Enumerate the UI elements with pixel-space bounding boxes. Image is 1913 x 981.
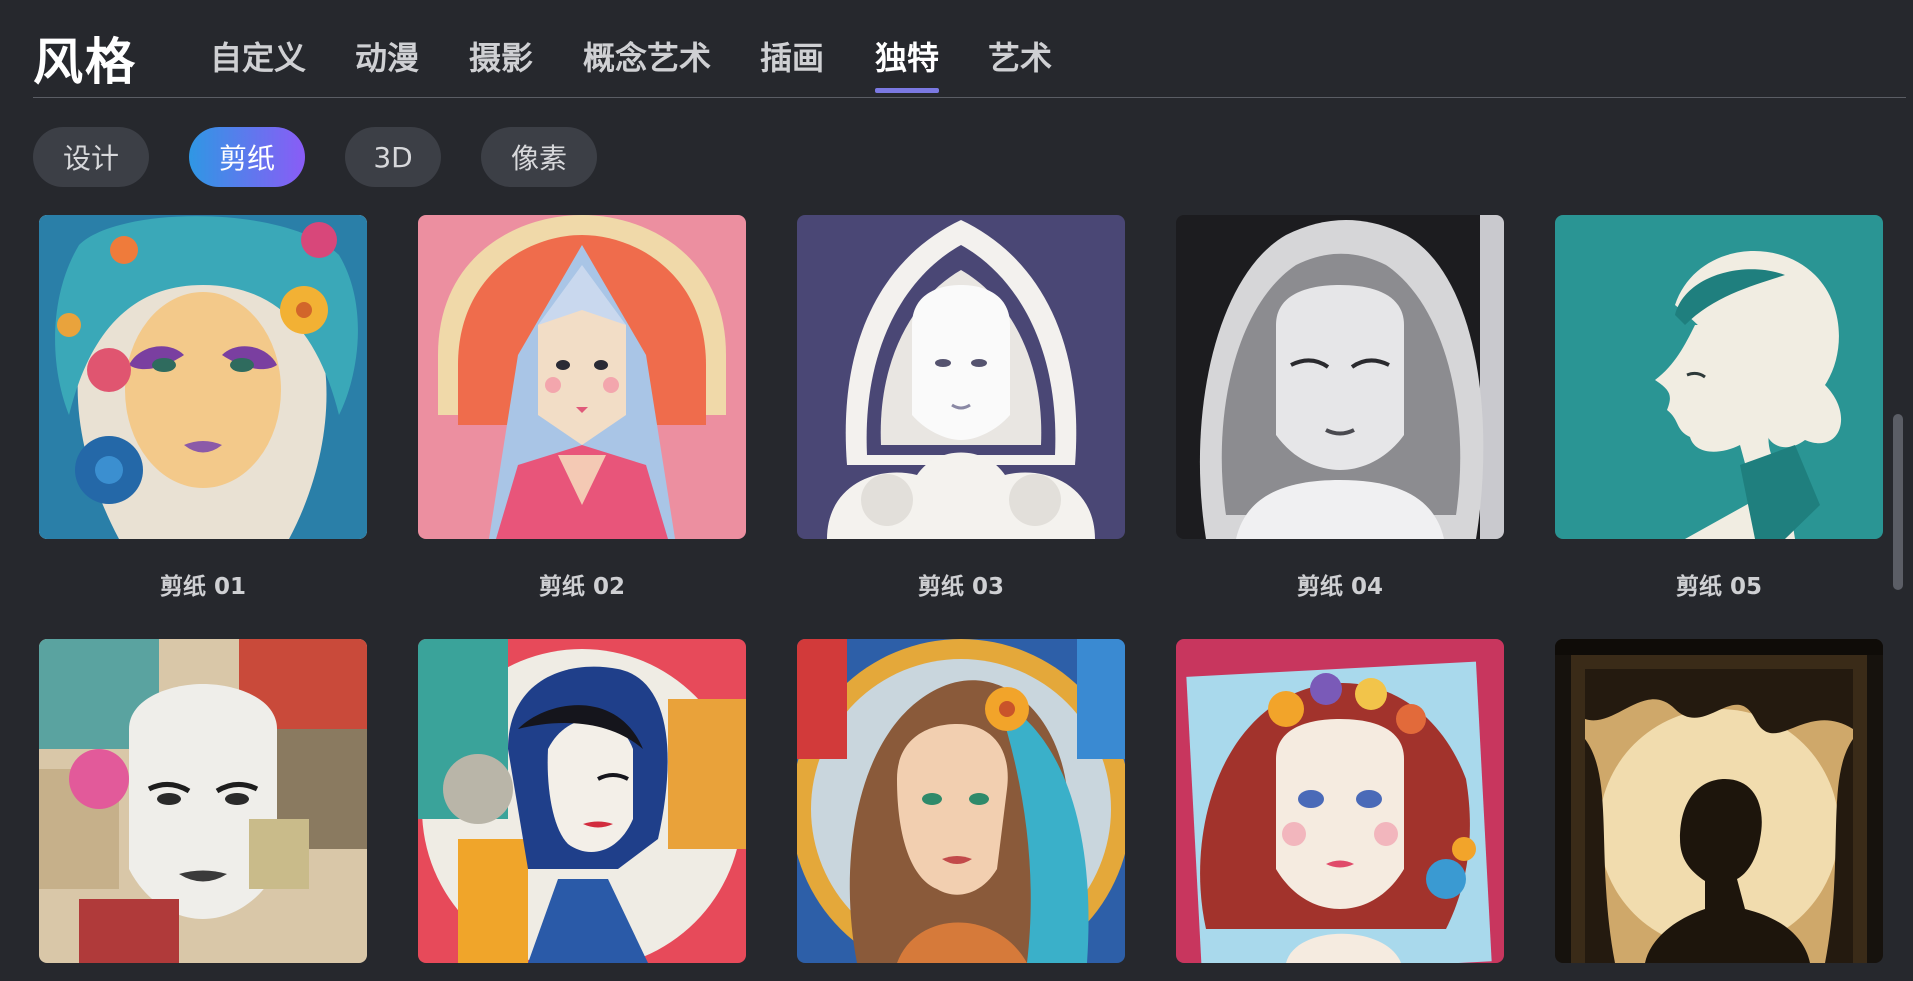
style-label: 剪纸 05: [1675, 574, 1762, 600]
style-card-papercut-06[interactable]: [39, 639, 367, 963]
teal-paper-profile-image: [1555, 215, 1883, 539]
style-card-papercut-05[interactable]: [1555, 215, 1883, 539]
chip-pixel[interactable]: 像素: [481, 127, 597, 187]
style-card-papercut-04[interactable]: [1176, 215, 1504, 539]
white-filigree-papercut-image: [797, 215, 1125, 539]
style-label: 剪纸 03: [917, 574, 1004, 600]
active-tab-indicator: [875, 88, 939, 93]
style-label: 剪纸 04: [1296, 574, 1383, 600]
origami-girl-image: [418, 215, 746, 539]
tab-illustration[interactable]: 插画: [760, 33, 824, 79]
layered-white-paper-image: [1176, 215, 1504, 539]
style-label: 剪纸 01: [159, 574, 246, 600]
tab-anime[interactable]: 动漫: [355, 33, 419, 79]
style-card-papercut-07[interactable]: [418, 639, 746, 963]
style-header: 风格 自定义 动漫 摄影 概念艺术 插画 独特 艺术: [33, 0, 1906, 98]
chip-papercut[interactable]: 剪纸: [189, 127, 305, 187]
scrollbar-thumb[interactable]: [1893, 414, 1903, 590]
chip-3d[interactable]: 3D: [345, 127, 441, 187]
tab-photography[interactable]: 摄影: [469, 33, 533, 79]
abstract-geometric-woman-image: [418, 639, 746, 963]
chip-design[interactable]: 设计: [33, 127, 149, 187]
collage-woman-image: [39, 639, 367, 963]
shadowbox-tree-silhouette-image: [1555, 639, 1883, 963]
tab-concept-art[interactable]: 概念艺术: [583, 33, 711, 79]
style-label: 剪纸 02: [538, 574, 625, 600]
tab-custom[interactable]: 自定义: [210, 33, 306, 79]
style-card-papercut-09[interactable]: [1176, 639, 1504, 963]
style-card-papercut-02[interactable]: [418, 215, 746, 539]
style-card-papercut-10[interactable]: [1555, 639, 1883, 963]
stained-glass-woman-image: [797, 639, 1125, 963]
colorful-floral-girl-image: [39, 215, 367, 539]
quilling-paper-girl-image: [1176, 639, 1504, 963]
tab-art[interactable]: 艺术: [988, 33, 1052, 79]
style-card-papercut-03[interactable]: [797, 215, 1125, 539]
style-card-papercut-01[interactable]: [39, 215, 367, 539]
page-title: 风格: [33, 33, 137, 91]
scrollbar-track[interactable]: [1891, 210, 1905, 970]
tab-unique[interactable]: 独特: [875, 33, 939, 79]
style-card-papercut-08[interactable]: [797, 639, 1125, 963]
